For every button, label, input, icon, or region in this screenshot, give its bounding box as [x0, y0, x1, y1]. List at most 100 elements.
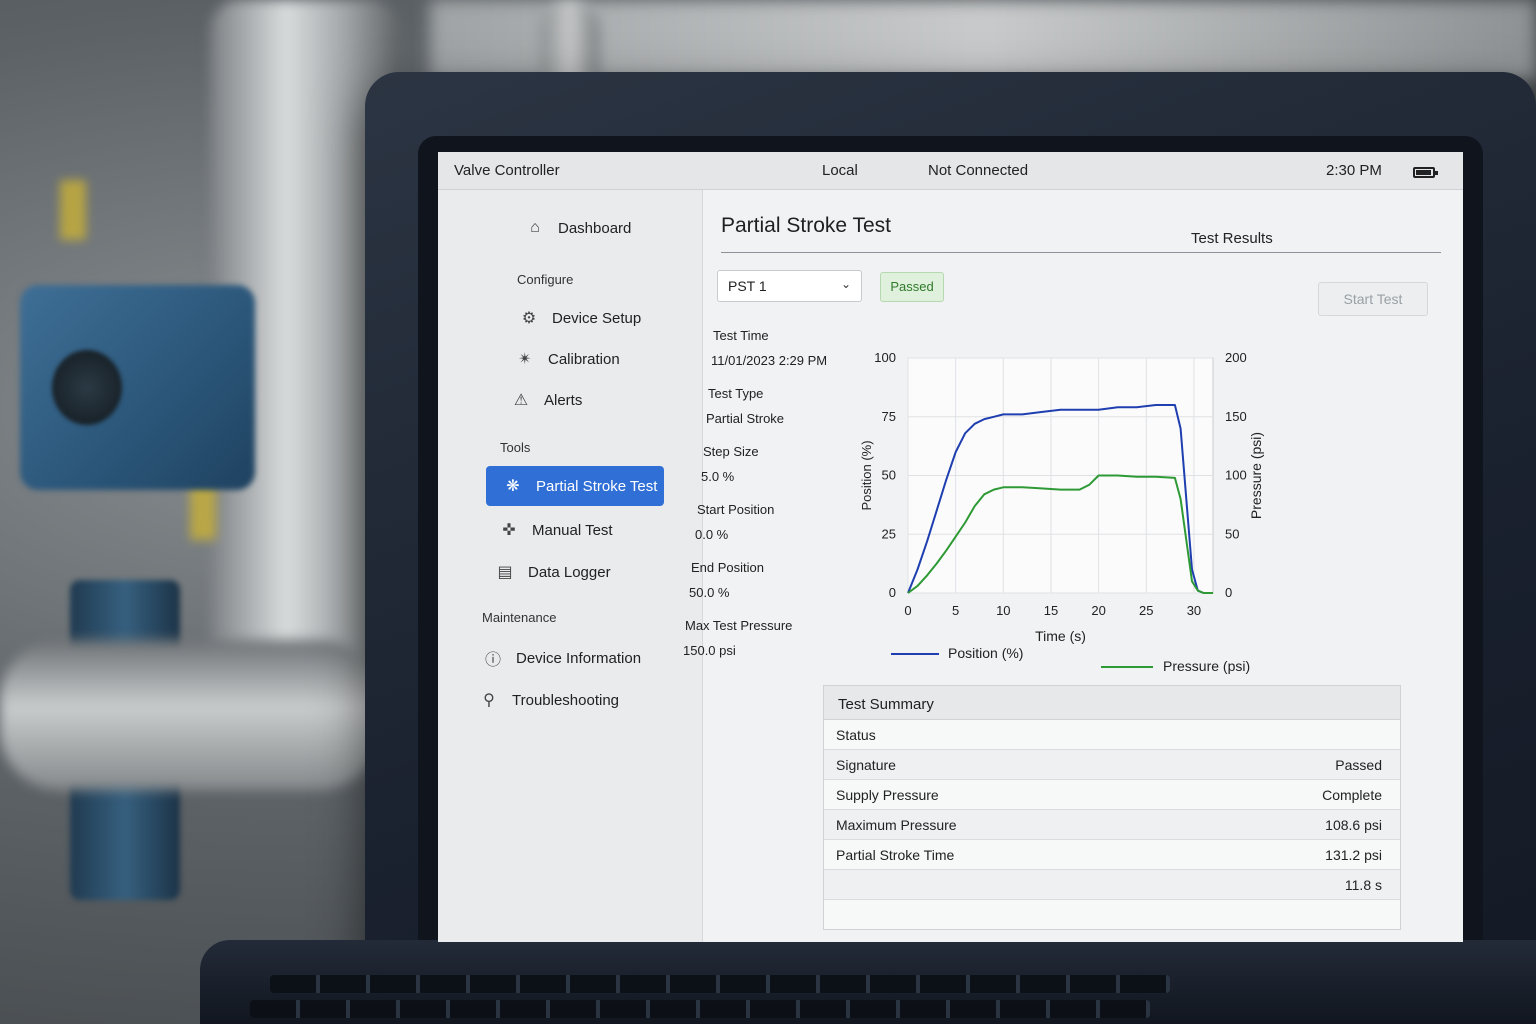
table-row: Maximum Pressure 108.6 psi: [824, 810, 1400, 840]
summary-title: Test Summary: [824, 686, 1400, 720]
background-marker: [60, 180, 86, 240]
title-divider: [721, 252, 1441, 253]
results-title: Test Results: [1191, 230, 1273, 247]
sidebar-item-data-logger[interactable]: ▤ Data Logger: [478, 552, 656, 592]
sidebar-item-label: Calibration: [548, 350, 620, 368]
status-bar: Valve Controller Local Not Connected 2:3…: [438, 152, 1463, 190]
test-select[interactable]: PST 1 ⌄: [717, 270, 862, 302]
sidebar-item-label: Data Logger: [528, 563, 611, 581]
sidebar: ⌂ Dashboard Configure ⚙ Device Setup ✴ C…: [438, 190, 703, 942]
sidebar-item-calibration[interactable]: ✴ Calibration: [498, 339, 676, 379]
legend-pressure-swatch: [1101, 666, 1153, 668]
legend-pressure: Pressure (psi): [1163, 658, 1251, 674]
legend-position-swatch: [891, 653, 939, 655]
sidebar-item-alerts[interactable]: ⚠ Alerts: [494, 380, 672, 420]
keyboard-keys: [270, 975, 1170, 993]
y-axis-label: Position (%): [859, 440, 874, 510]
x-tick-label: 20: [1091, 603, 1105, 618]
sidebar-item-manual-test[interactable]: ✜ Manual Test: [482, 510, 660, 550]
sidebar-item-troubleshooting[interactable]: ⚲ Troubleshooting: [462, 680, 640, 720]
x-tick-label: 5: [952, 603, 959, 618]
clock: 2:30 PM: [1326, 162, 1382, 179]
background-gauge: [52, 350, 122, 425]
row-label: Maximum Pressure: [836, 817, 957, 833]
y-tick-label: 100: [874, 350, 896, 365]
clipboard-icon: ▤: [497, 564, 513, 581]
row-value: 11.8 s: [1344, 877, 1382, 893]
field-label: Step Size: [703, 444, 759, 459]
row-value: Passed: [1335, 757, 1382, 773]
sidebar-item-label: Alerts: [544, 391, 583, 409]
y2-axis-label: Pressure (psi): [1248, 432, 1264, 519]
field-value: 150.0 psi: [683, 643, 736, 658]
table-row: 11.8 s: [824, 870, 1400, 900]
wrench-search-icon: ⚲: [483, 692, 495, 709]
section-tools: Tools: [500, 440, 531, 455]
main-panel: Partial Stroke Test Test Results PST 1 ⌄…: [683, 190, 1463, 942]
valve-icon: ❋: [506, 478, 520, 495]
field-value: 50.0 %: [689, 585, 730, 600]
y2-tick-label: 100: [1225, 468, 1247, 483]
sidebar-item-dashboard[interactable]: ⌂ Dashboard: [508, 208, 686, 248]
table-row: Signature Passed: [824, 750, 1400, 780]
partial-stroke-chart: 0 5 10 15 20 25 30 0 25 50 75 100 0 50 100 150 200 Time (…: [859, 350, 1264, 644]
background-pipe: [0, 640, 380, 790]
row-value: 108.6 psi: [1325, 817, 1382, 833]
field-label: Test Type: [708, 386, 764, 401]
table-row: Status: [824, 720, 1400, 750]
row-value: Complete: [1322, 787, 1382, 803]
x-tick-label: 0: [904, 603, 911, 618]
chevron-down-icon: ⌄: [840, 277, 851, 291]
keyboard-keys: [250, 1000, 1150, 1018]
y-tick-label: 25: [882, 526, 896, 541]
field-label: End Position: [691, 560, 764, 575]
y2-tick-label: 50: [1225, 526, 1239, 541]
field-value: 5.0 %: [701, 469, 735, 484]
x-tick-label: 30: [1187, 603, 1201, 618]
section-maintenance: Maintenance: [482, 610, 557, 625]
sidebar-item-label: Partial Stroke Test: [536, 477, 658, 495]
screen: Valve Controller Local Not Connected 2:3…: [438, 152, 1463, 942]
field-label: Max Test Pressure: [685, 618, 793, 633]
row-label: Supply Pressure: [836, 787, 939, 803]
sidebar-item-label: Dashboard: [558, 219, 632, 237]
page-title: Partial Stroke Test: [721, 214, 892, 237]
info-icon: ⓘ: [484, 652, 501, 669]
row-value: 131.2 psi: [1325, 847, 1382, 863]
mode-indicator: Local: [822, 162, 858, 179]
y-tick-label: 50: [882, 468, 896, 483]
hand-icon: ✜: [502, 522, 516, 539]
warning-icon: ⚠: [513, 392, 529, 409]
y2-tick-label: 0: [1225, 585, 1232, 600]
sidebar-item-label: Device Setup: [552, 309, 642, 327]
sidebar-item-device-information[interactable]: ⓘ Device Information: [466, 638, 644, 678]
sidebar-item-device-setup[interactable]: ⚙ Device Setup: [502, 298, 680, 338]
app-title: Valve Controller: [454, 162, 560, 179]
status-badge: Passed: [880, 272, 944, 302]
start-test-button[interactable]: Start Test: [1318, 282, 1428, 316]
x-tick-label: 10: [996, 603, 1010, 618]
test-select-value: PST 1: [728, 278, 767, 294]
y-tick-label: 75: [882, 409, 896, 424]
x-tick-label: 25: [1139, 603, 1153, 618]
field-label: Start Position: [697, 502, 775, 517]
table-row: Partial Stroke Time 131.2 psi: [824, 840, 1400, 870]
y2-tick-label: 150: [1225, 409, 1247, 424]
sidebar-item-partial-stroke-test[interactable]: ❋ Partial Stroke Test: [486, 466, 664, 506]
table-row: Supply Pressure Complete: [824, 780, 1400, 810]
gear-icon: ⚙: [521, 310, 537, 327]
legend-position: Position (%): [948, 645, 1024, 661]
sidebar-item-label: Device Information: [516, 649, 642, 667]
row-label: Status: [836, 727, 876, 743]
test-summary-table: Test Summary Status Signature Passed Sup…: [823, 685, 1401, 930]
y-tick-label: 0: [889, 585, 896, 600]
row-label: Signature: [836, 757, 896, 773]
x-axis-label: Time (s): [1035, 628, 1086, 644]
wrench-icon: ✴: [518, 351, 532, 368]
sidebar-item-label: Manual Test: [532, 521, 613, 539]
field-label: Test Time: [713, 328, 769, 343]
section-configure: Configure: [517, 272, 574, 287]
y2-tick-label: 200: [1225, 350, 1247, 365]
home-icon: ⌂: [530, 219, 540, 236]
x-tick-label: 15: [1044, 603, 1058, 618]
